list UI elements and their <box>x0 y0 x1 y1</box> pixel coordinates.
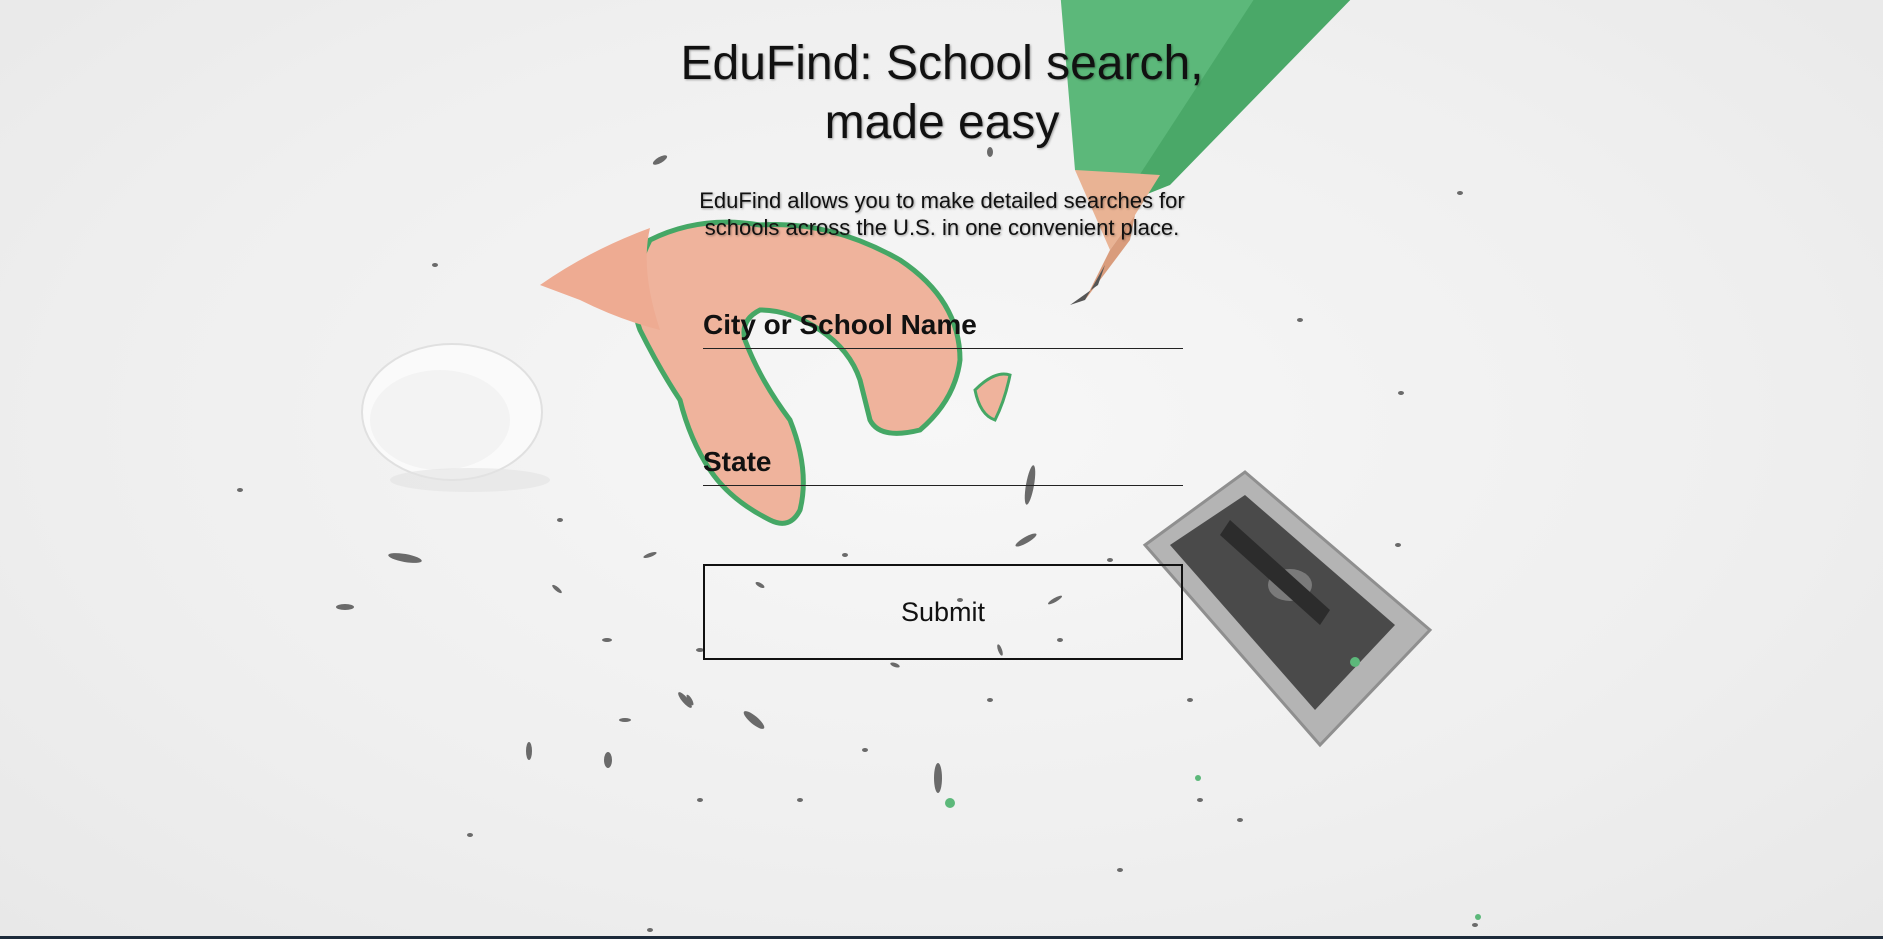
page-description-line2: schools across the U.S. in one convenien… <box>704 215 1180 240</box>
eraser-illustration <box>361 343 550 492</box>
page-title-line1: EduFind: School search, <box>680 37 1204 90</box>
green-crumbs <box>945 775 1481 920</box>
page: EduFind: School search, made easy EduFin… <box>0 0 1883 939</box>
page-title-line2: made easy <box>824 96 1060 149</box>
state-input[interactable] <box>703 443 1183 486</box>
page-description-line1: EduFind allows you to make detailed sear… <box>699 188 1185 213</box>
city-or-school-input[interactable] <box>703 306 1183 349</box>
page-title: EduFind: School search, made easy <box>560 34 1324 152</box>
submit-button[interactable]: Submit <box>703 564 1183 660</box>
sharpener-illustration <box>1142 470 1433 748</box>
page-description: EduFind allows you to make detailed sear… <box>640 187 1244 241</box>
